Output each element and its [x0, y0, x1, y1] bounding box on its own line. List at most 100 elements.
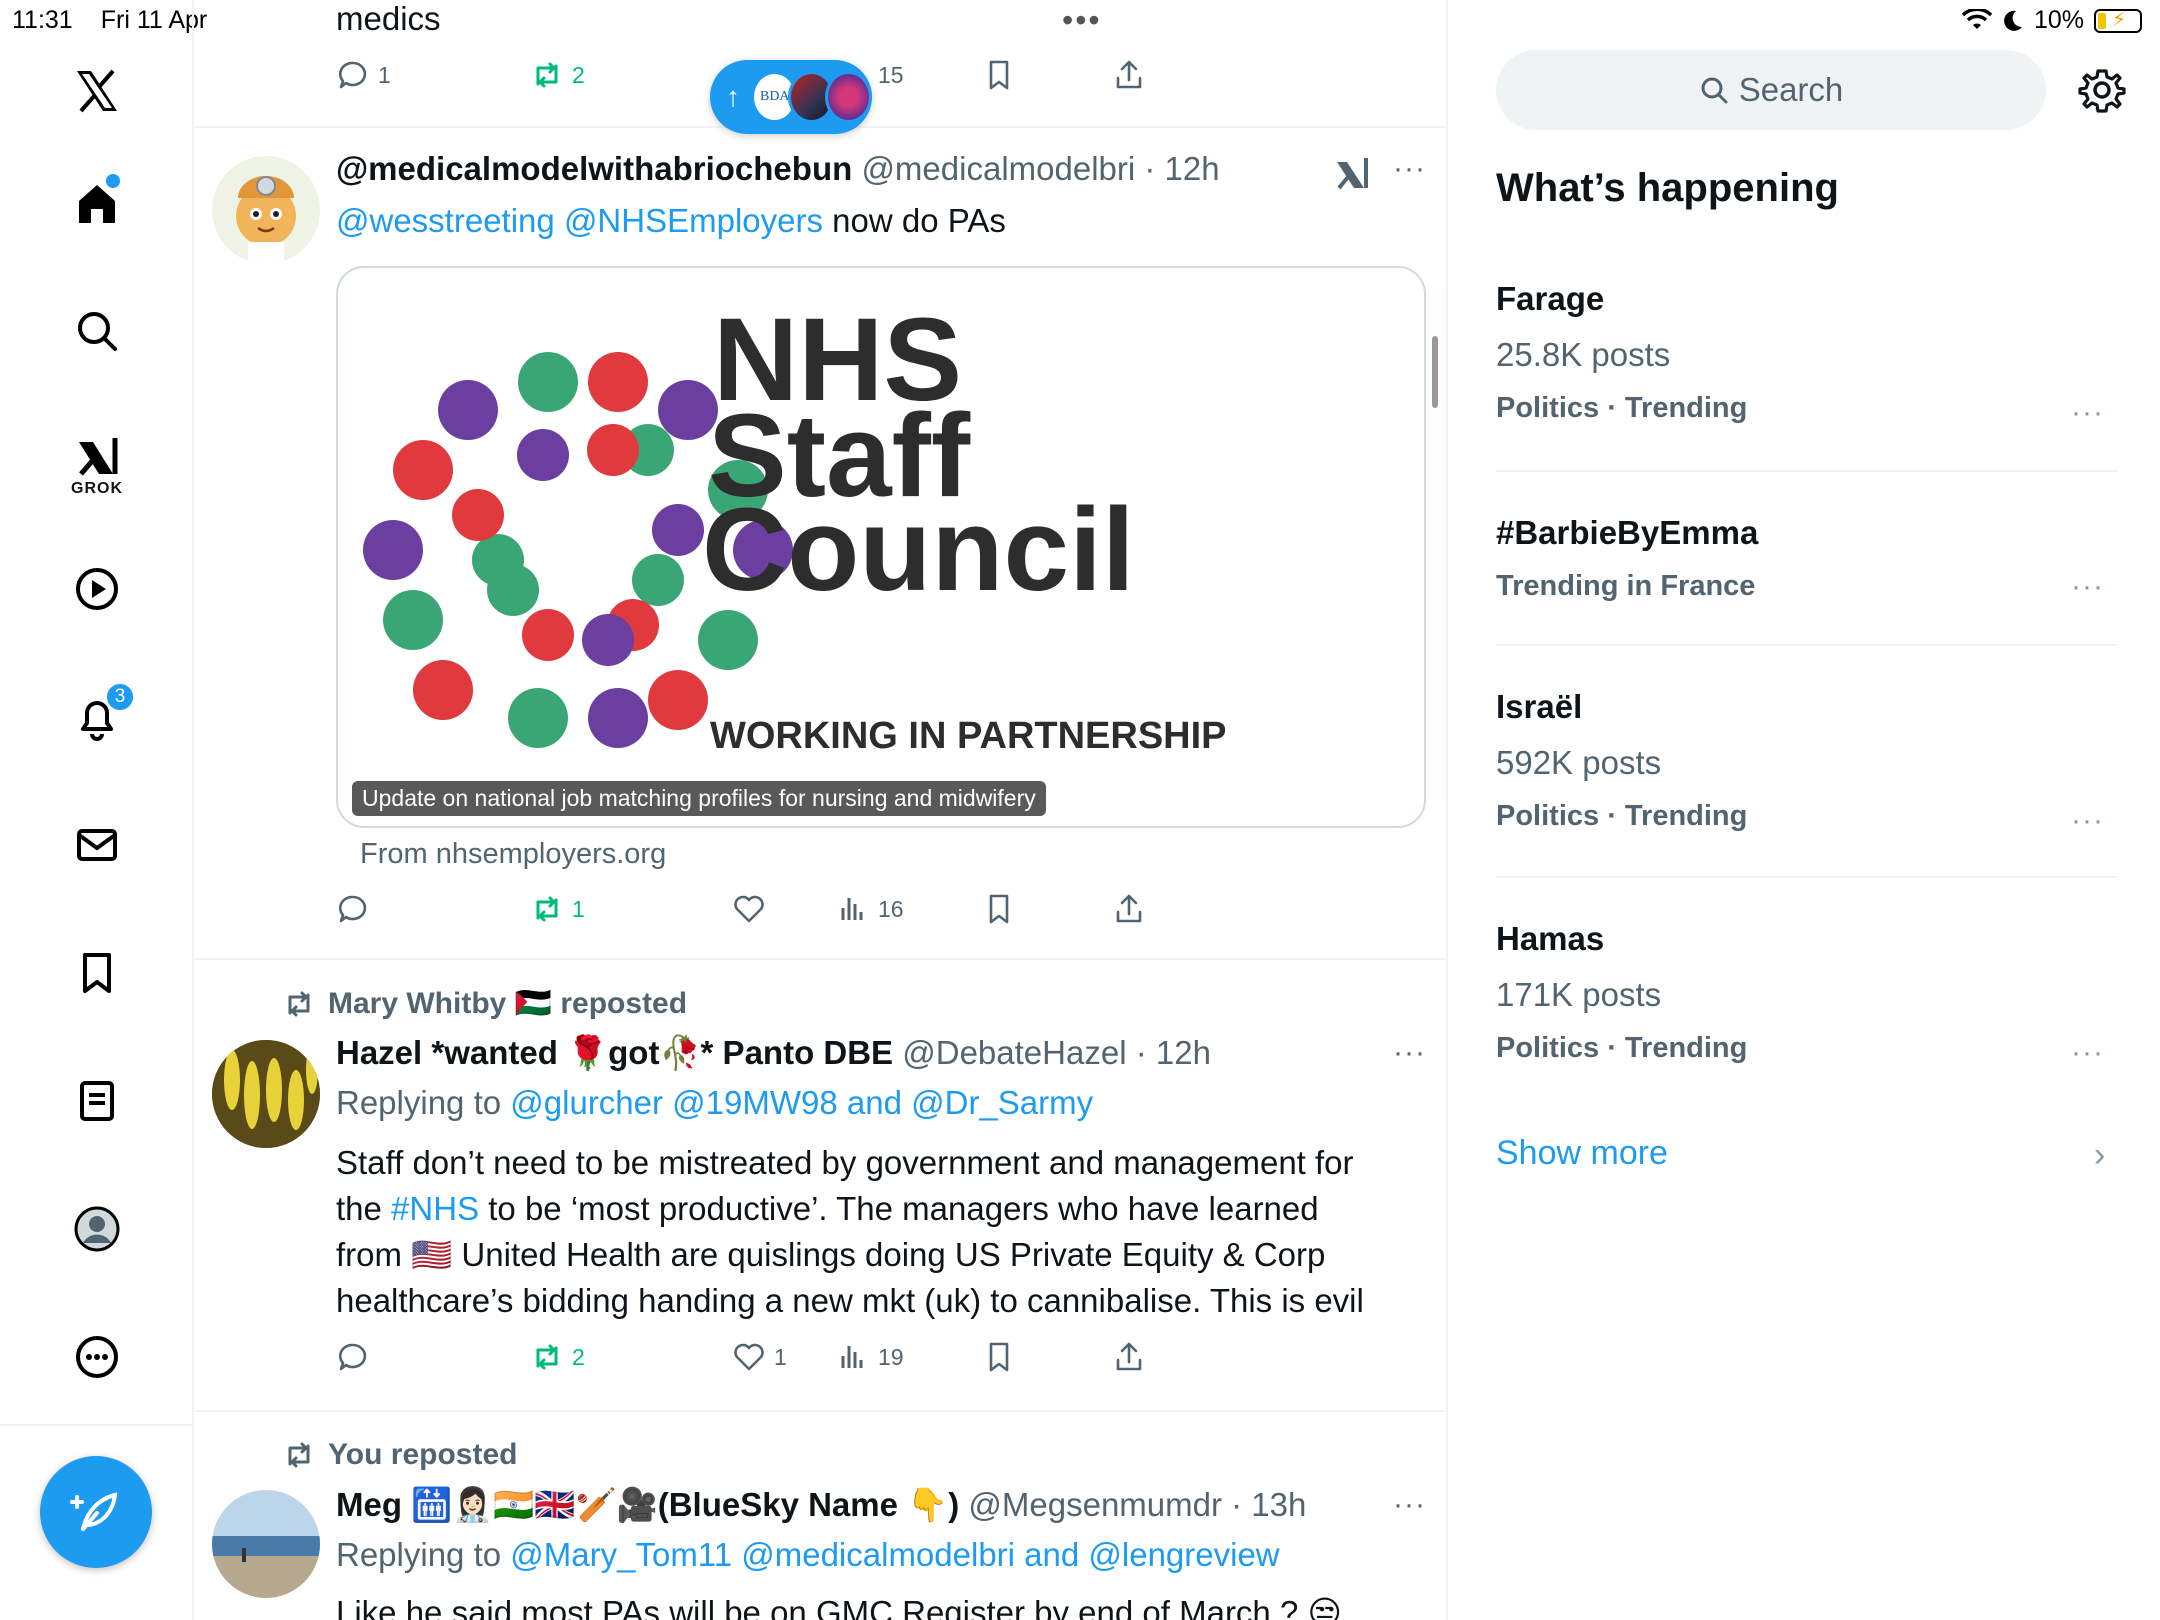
repost-count: 2	[572, 1343, 585, 1370]
settings-button[interactable]	[2078, 66, 2126, 114]
gear-icon	[2078, 69, 2126, 113]
repost-icon	[536, 62, 558, 88]
search-placeholder: Search	[1738, 71, 1844, 108]
logo-tagline: WORKING IN PARTNERSHIP	[710, 715, 1227, 757]
tweet-more-button[interactable]: ···	[1393, 1488, 1426, 1522]
tweet-text-part: to be ‘most productive’. The managers wh…	[488, 1190, 1319, 1227]
trend-more-button[interactable]: ···	[2071, 804, 2104, 838]
trend-more-button[interactable]: ···	[2071, 570, 2104, 604]
trend-count: 592K posts	[1496, 744, 1662, 781]
tweet-divider	[194, 1410, 1446, 1412]
whats-happening-title: What’s happening	[1496, 166, 1839, 210]
beach-avatar-image	[212, 1490, 320, 1598]
reply-button[interactable]: 1	[336, 58, 391, 92]
timeline-feed[interactable]: medics 1 2 15 ↑ BDA @medicalmodelwithabr…	[194, 0, 1448, 1620]
repost-count: 2	[572, 61, 585, 88]
show-more-link[interactable]: Show more	[1496, 1134, 1668, 1173]
reply-button[interactable]	[336, 1340, 370, 1374]
trend-item[interactable]: Hamas 171K posts Politics · Trending ···	[1496, 920, 2118, 1069]
trend-item[interactable]: Farage 25.8K posts Politics · Trending ·…	[1496, 280, 2118, 429]
views-icon	[841, 1346, 863, 1368]
social-context-text[interactable]: Mary Whitby 🇵🇸 reposted	[328, 986, 687, 1021]
nav-divider	[0, 1424, 194, 1426]
grok-tweet-button[interactable]	[1334, 156, 1370, 197]
bookmark-button[interactable]	[982, 1340, 1016, 1374]
link-card[interactable]: NHS Staff Council WORKING IN PARTNERSHIP…	[336, 266, 1426, 828]
chevron-right-icon: ›	[2094, 1136, 2106, 1174]
repost-icon	[288, 1442, 310, 1468]
tweet-time[interactable]: 12h	[1165, 150, 1220, 187]
views-button[interactable]: 16	[836, 892, 904, 926]
trend-more-button[interactable]: ···	[2071, 1036, 2104, 1070]
reply-count: 1	[378, 61, 391, 88]
tweet-text: Like he said most PAs will be on GMC Reg…	[336, 1594, 1342, 1620]
nav-home[interactable]	[0, 168, 194, 238]
social-context-text[interactable]: You reposted	[328, 1438, 517, 1472]
nav-profile[interactable]	[0, 1194, 194, 1264]
repost-button[interactable]: 1	[530, 892, 585, 926]
feed-scrollbar[interactable]	[1432, 336, 1438, 408]
hashtag-link[interactable]: #NHS	[391, 1190, 479, 1227]
like-button[interactable]	[732, 892, 766, 926]
bookmark-button[interactable]	[982, 58, 1016, 92]
author-name[interactable]: Hazel *wanted 🌹got🥀* Panto DBE	[336, 1034, 893, 1071]
bun-doctor-avatar-image	[236, 176, 296, 264]
views-button[interactable]: 19	[836, 1340, 904, 1374]
trend-more-button[interactable]: ···	[2071, 396, 2104, 430]
like-button[interactable]: 1	[732, 1340, 787, 1374]
author-handle[interactable]: @DebateHazel	[902, 1034, 1126, 1071]
replying-to: Replying to @Mary_Tom11 @medicalmodelbri…	[336, 1532, 1280, 1578]
bookmark-icon	[83, 953, 111, 993]
replying-prefix: Replying to	[336, 1536, 502, 1573]
x-logo-icon[interactable]	[0, 56, 194, 126]
tweet-more-button[interactable]: ···	[1393, 152, 1426, 186]
bookmark-button[interactable]	[982, 892, 1016, 926]
author-name[interactable]: @medicalmodelwithabriochebun	[336, 150, 852, 187]
tweet-text-rest: now do PAs	[832, 202, 1006, 239]
social-context: Mary Whitby 🇵🇸 reposted	[282, 986, 687, 1021]
grok-label: GROK	[71, 480, 123, 497]
repost-button[interactable]: 2	[530, 1340, 585, 1374]
previous-tweet-text: medics	[336, 0, 441, 37]
author-handle[interactable]: @Megsenmumdr	[968, 1486, 1222, 1523]
share-button[interactable]	[1112, 58, 1146, 92]
replying-to-links[interactable]: @Mary_Tom11 @medicalmodelbri and @lengre…	[510, 1536, 1279, 1573]
share-icon	[1116, 60, 1142, 89]
tweet-time[interactable]: 13h	[1251, 1486, 1306, 1523]
share-button[interactable]	[1112, 1340, 1146, 1374]
battery-percent: 10%	[2033, 6, 2084, 34]
mention-link[interactable]: @wesstreeting	[336, 202, 555, 239]
trend-context: Politics · Trending	[1496, 800, 1748, 832]
nav-notifications[interactable]: 3	[0, 682, 194, 752]
nav-messages[interactable]	[0, 810, 194, 880]
author-handle[interactable]: @medicalmodelbri	[861, 150, 1135, 187]
nav-bookmarks[interactable]	[0, 938, 194, 1008]
tweet-more-button[interactable]: ···	[1393, 1036, 1426, 1070]
replying-to-links[interactable]: @glurcher @19MW98 and @Dr_Sarmy	[510, 1084, 1093, 1121]
nav-lists[interactable]	[0, 1066, 194, 1136]
compose-button[interactable]	[40, 1456, 152, 1568]
views-count: 19	[878, 1343, 904, 1370]
card-source[interactable]: From nhsemployers.org	[360, 838, 666, 871]
views-count: 15	[878, 61, 904, 88]
nav-video[interactable]	[0, 554, 194, 624]
trend-item[interactable]: Israël 592K posts Politics · Trending ··…	[1496, 688, 2118, 837]
repost-button[interactable]: 2	[530, 58, 585, 92]
search-input[interactable]: Search	[1496, 50, 2046, 130]
new-posts-pill[interactable]: ↑ BDA	[710, 60, 872, 134]
author-name[interactable]: Meg 🛗👩🏻‍⚕️🇮🇳🇬🇧🏏🎥(BlueSky Name 👇)	[336, 1486, 959, 1523]
reply-button[interactable]	[336, 892, 370, 926]
trend-item[interactable]: #BarbieByEmma Trending in France ···	[1496, 514, 2118, 603]
tweet-time[interactable]: 12h	[1156, 1034, 1211, 1071]
avatar[interactable]	[212, 156, 320, 264]
play-circle-icon	[76, 568, 118, 610]
nav-explore[interactable]	[0, 296, 194, 366]
trend-count: 25.8K posts	[1496, 336, 1671, 373]
tweet-text: @wesstreeting @NHSEmployers now do PAs	[336, 198, 1006, 244]
mention-link[interactable]: @NHSEmployers	[564, 202, 823, 239]
nav-grok[interactable]: GROK	[0, 426, 194, 506]
avatar[interactable]	[212, 1040, 320, 1148]
share-button[interactable]	[1112, 892, 1146, 926]
avatar[interactable]	[212, 1490, 320, 1598]
nav-more[interactable]	[0, 1322, 194, 1392]
